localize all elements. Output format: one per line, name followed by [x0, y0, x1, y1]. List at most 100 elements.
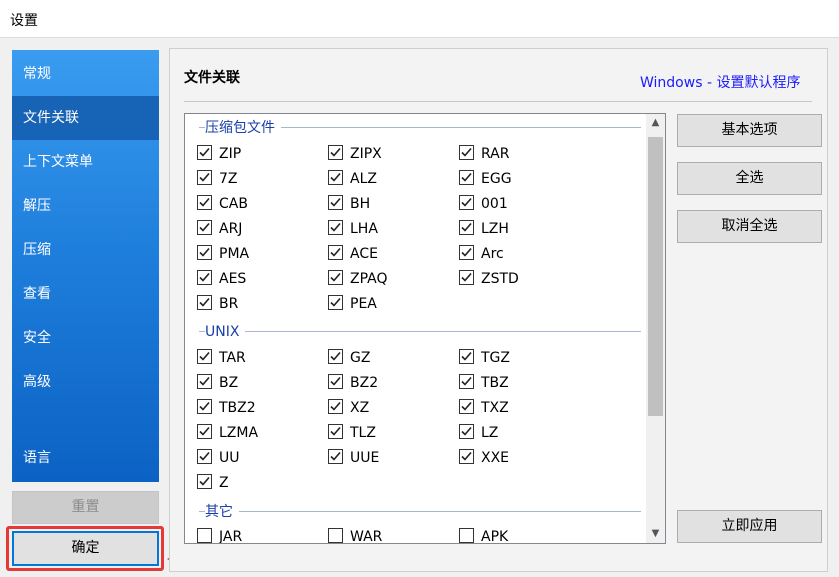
checkbox-tbz[interactable]: TBZ — [459, 374, 509, 392]
checkbox-pea[interactable]: PEA — [328, 295, 377, 313]
vertical-scrollbar[interactable]: ▲ ▼ — [646, 114, 665, 543]
check-icon — [328, 170, 343, 185]
group-divider — [199, 331, 641, 332]
sidebar-item-view[interactable]: 查看 — [12, 272, 159, 316]
sidebar: 常规 文件关联 上下文菜单 解压 压缩 查看 安全 高级 语言 — [12, 50, 159, 482]
check-icon — [459, 349, 474, 364]
empty-checkbox-icon — [459, 528, 474, 543]
sidebar-item-file-association[interactable]: 文件关联 — [12, 96, 159, 140]
checkbox-cab[interactable]: CAB — [197, 195, 248, 213]
checkbox-lz[interactable]: LZ — [459, 424, 498, 442]
checkbox-label: 001 — [481, 196, 508, 212]
checkbox-uu[interactable]: UU — [197, 449, 240, 467]
deselect-all-button[interactable]: 取消全选 — [677, 210, 822, 243]
check-icon — [197, 170, 212, 185]
select-all-button[interactable]: 全选 — [677, 162, 822, 195]
checkbox-label: UU — [219, 450, 240, 466]
checkbox-label: TAR — [219, 350, 246, 366]
sidebar-item-extract[interactable]: 解压 — [12, 184, 159, 228]
checkbox-label: ZIP — [219, 146, 242, 162]
checkbox-7z[interactable]: 7Z — [197, 170, 238, 188]
checkbox-txz[interactable]: TXZ — [459, 399, 509, 417]
checkbox-label: TLZ — [350, 425, 376, 441]
check-icon — [197, 349, 212, 364]
checkbox-arj[interactable]: ARJ — [197, 220, 242, 238]
sidebar-item-language[interactable]: 语言 — [12, 436, 159, 480]
checkbox-label: EGG — [481, 171, 512, 187]
checkbox-tar[interactable]: TAR — [197, 349, 246, 367]
checkbox-war[interactable]: WAR — [328, 528, 383, 544]
checkbox-xz[interactable]: XZ — [328, 399, 369, 417]
checkbox-label: UUE — [350, 450, 380, 466]
check-icon — [328, 220, 343, 235]
group-header-archives: 压缩包文件 — [205, 119, 281, 137]
checkbox-bz2[interactable]: BZ2 — [328, 374, 378, 392]
checkbox-lzma[interactable]: LZMA — [197, 424, 258, 442]
checkbox-label: PEA — [350, 296, 377, 312]
check-icon — [197, 220, 212, 235]
checkbox-aes[interactable]: AES — [197, 270, 246, 288]
checkbox-lzh[interactable]: LZH — [459, 220, 509, 238]
check-icon — [459, 270, 474, 285]
checkbox-tlz[interactable]: TLZ — [328, 424, 376, 442]
checkbox-zstd[interactable]: ZSTD — [459, 270, 519, 288]
scroll-thumb[interactable] — [648, 137, 663, 416]
checkbox-zipx[interactable]: ZIPX — [328, 145, 382, 163]
checkbox-uue[interactable]: UUE — [328, 449, 379, 467]
check-icon — [328, 270, 343, 285]
basic-options-button[interactable]: 基本选项 — [677, 114, 822, 147]
checkbox-label: WAR — [350, 529, 383, 544]
checkbox-br[interactable]: BR — [197, 295, 238, 313]
checkbox-gz[interactable]: GZ — [328, 349, 370, 367]
checkbox-arc[interactable]: Arc — [459, 245, 504, 263]
check-icon — [197, 374, 212, 389]
checkbox-label: Arc — [481, 246, 504, 262]
check-icon — [459, 245, 474, 260]
checkbox-lha[interactable]: LHA — [328, 220, 378, 238]
chevron-down-icon[interactable]: ▼ — [646, 525, 665, 543]
checkbox-label: Z — [219, 475, 229, 491]
checkbox-001[interactable]: 001 — [459, 195, 508, 213]
checkbox-label: BZ — [219, 375, 239, 391]
sidebar-item-context-menu[interactable]: 上下文菜单 — [12, 140, 159, 184]
sidebar-item-compress[interactable]: 压缩 — [12, 228, 159, 272]
chevron-up-icon[interactable]: ▲ — [646, 114, 665, 132]
checkbox-zpaq[interactable]: ZPAQ — [328, 270, 388, 288]
checkbox-alz[interactable]: ALZ — [328, 170, 377, 188]
checkbox-egg[interactable]: EGG — [459, 170, 512, 188]
checkbox-label: JAR — [219, 529, 243, 544]
checkbox-rar[interactable]: RAR — [459, 145, 509, 163]
checkbox-zip[interactable]: ZIP — [197, 145, 241, 163]
check-icon — [459, 449, 474, 464]
checkbox-pma[interactable]: PMA — [197, 245, 249, 263]
window-title: 设置 — [10, 13, 38, 29]
check-icon — [197, 449, 212, 464]
sidebar-item-general[interactable]: 常规 — [12, 52, 159, 96]
apply-now-button[interactable]: 立即应用 — [677, 510, 822, 543]
divider — [184, 101, 812, 102]
checkbox-xxe[interactable]: XXE — [459, 449, 509, 467]
group-divider — [199, 511, 641, 512]
checkbox-bz[interactable]: BZ — [197, 374, 238, 392]
sidebar-item-security[interactable]: 安全 — [12, 316, 159, 360]
check-icon — [197, 195, 212, 210]
sidebar-item-advanced[interactable]: 高级 — [12, 360, 159, 404]
windows-default-programs-link[interactable]: Windows - 设置默认程序 — [640, 72, 800, 92]
checkbox-bh[interactable]: BH — [328, 195, 370, 213]
check-icon — [459, 424, 474, 439]
checkbox-tbz2[interactable]: TBZ2 — [197, 399, 256, 417]
checkbox-jar[interactable]: JAR — [197, 528, 243, 544]
reset-button[interactable]: 重置 — [12, 491, 159, 524]
checkbox-z[interactable]: Z — [197, 474, 229, 492]
checkbox-apk[interactable]: APK — [459, 528, 508, 543]
check-icon — [328, 195, 343, 210]
checkbox-tgz[interactable]: TGZ — [459, 349, 510, 367]
checkbox-ace[interactable]: ACE — [328, 245, 378, 263]
highlight-box — [6, 526, 164, 571]
file-association-list[interactable]: 压缩包文件 UNIX 其它 ZIP ZIPX RAR 7Z ALZ EGG CAB BH 001… — [184, 113, 666, 544]
check-icon — [197, 399, 212, 414]
check-icon — [459, 220, 474, 235]
checkbox-label: TGZ — [481, 350, 510, 366]
checkbox-label: ARJ — [219, 221, 243, 237]
checkbox-label: GZ — [350, 350, 371, 366]
